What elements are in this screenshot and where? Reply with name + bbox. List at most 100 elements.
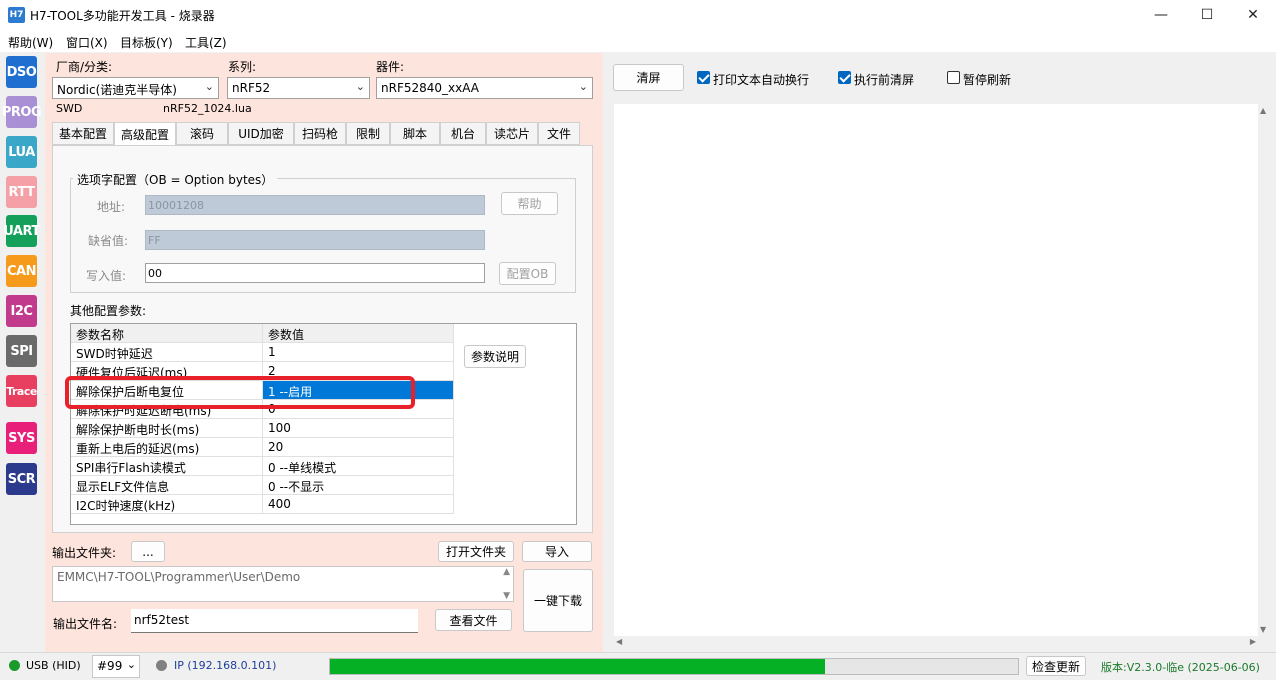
tab-basic[interactable]: 基本配置 xyxy=(52,122,114,145)
device-select-value: nRF52840_xxAA xyxy=(381,81,479,95)
sidebar-dso[interactable]: DSO xyxy=(6,56,37,88)
pause-refresh-checkbox[interactable] xyxy=(947,71,960,84)
param-name-cell[interactable]: 显示ELF文件信息 xyxy=(71,476,263,495)
sidebar-uart[interactable]: UART xyxy=(3,215,40,247)
menu-target[interactable]: 目标板(Y) xyxy=(120,34,173,51)
param-name-cell[interactable]: SWD时钟延迟 xyxy=(71,343,263,362)
param-value-cell[interactable]: 0 --不显示 xyxy=(263,476,454,495)
param-value-cell[interactable]: 0 --单线模式 xyxy=(263,457,454,476)
open-folder-button[interactable]: 打开文件夹 xyxy=(438,541,514,562)
help-button[interactable]: 帮助 xyxy=(501,192,558,215)
default-field: FF xyxy=(145,230,485,250)
series-select[interactable]: nRF52 ⌄ xyxy=(227,77,370,99)
maximize-button[interactable]: ☐ xyxy=(1184,0,1230,30)
tab-file[interactable]: 文件 xyxy=(538,122,580,145)
output-path-field[interactable]: EMMC\H7-TOOL\Programmer\User\Demo ▲ ▼ xyxy=(52,566,514,602)
close-button[interactable]: ✕ xyxy=(1230,0,1276,30)
tab-machine[interactable]: 机台 xyxy=(440,122,486,145)
sidebar-scr[interactable]: SCR xyxy=(6,463,37,495)
sidebar-lua[interactable]: LUA xyxy=(6,136,37,168)
param-value-cell[interactable]: 20 xyxy=(263,438,454,457)
param-name-cell[interactable]: I2C时钟速度(kHz) xyxy=(71,495,263,514)
import-button[interactable]: 导入 xyxy=(522,541,592,562)
scroll-up-icon[interactable]: ▲ xyxy=(1260,106,1266,115)
tab-script[interactable]: 脚本 xyxy=(390,122,440,145)
device-number-select[interactable]: #99 ⌄ xyxy=(92,655,140,678)
one-click-download-button[interactable]: 一键下载 xyxy=(523,569,593,632)
output-filename-input[interactable]: nrf52test xyxy=(131,609,418,633)
menu-window[interactable]: 窗口(X) xyxy=(66,34,108,51)
param-value-cell[interactable]: 400 xyxy=(263,495,454,514)
log-horizontal-scrollbar[interactable]: ◀ ▶ xyxy=(614,636,1258,650)
scroll-up-icon[interactable]: ▲ xyxy=(503,567,510,577)
ip-status-label: IP (192.168.0.101) xyxy=(174,659,277,672)
write-value-input[interactable]: 00 xyxy=(145,263,485,283)
scroll-right-icon[interactable]: ▶ xyxy=(1250,637,1256,646)
vendor-label: 厂商/分类: xyxy=(56,60,113,74)
log-vertical-scrollbar[interactable]: ▲ ▼ xyxy=(1258,104,1270,636)
chevron-down-icon: ⌄ xyxy=(355,80,365,93)
tab-scanner[interactable]: 扫码枪 xyxy=(294,122,346,145)
param-name-cell[interactable]: 重新上电后的延迟(ms) xyxy=(71,438,263,457)
usb-status-icon xyxy=(9,660,20,671)
param-value-cell[interactable]: 1 xyxy=(263,343,454,362)
check-update-button[interactable]: 检查更新 xyxy=(1026,656,1086,676)
vendor-select[interactable]: Nordic(诺迪克半导体) ⌄ xyxy=(52,77,219,99)
param-name-cell[interactable]: 解除保护断电时长(ms) xyxy=(71,419,263,438)
app-logo-icon: H7 xyxy=(8,7,25,23)
param-value-cell[interactable]: 100 xyxy=(263,419,454,438)
progress-bar xyxy=(329,658,1019,675)
sidebar-can[interactable]: CAN xyxy=(6,255,37,287)
browse-folder-button[interactable]: ... xyxy=(131,541,165,562)
sidebar-i2c[interactable]: I2C xyxy=(6,295,37,327)
sidebar-spi[interactable]: SPI xyxy=(6,335,37,367)
other-params-label: 其他配置参数: xyxy=(70,304,147,318)
wrap-text-checkbox[interactable] xyxy=(697,71,710,84)
highlight-annotation xyxy=(65,376,415,409)
device-label: 器件: xyxy=(376,60,405,74)
config-ob-button[interactable]: 配置OB xyxy=(499,262,556,285)
sidebar-sys[interactable]: SYS xyxy=(6,422,37,454)
default-label: 缺省值: xyxy=(88,234,129,248)
sidebar-prog[interactable]: PROG xyxy=(2,96,42,128)
clear-before-checkbox[interactable] xyxy=(838,71,851,84)
sidebar-trace[interactable]: Trace xyxy=(6,375,37,407)
sidebar-rtt[interactable]: RTT xyxy=(6,176,37,208)
tab-read-chip[interactable]: 读芯片 xyxy=(486,122,538,145)
status-bar: USB (HID) #99 ⌄ IP (192.168.0.101) 检查更新 … xyxy=(0,652,1276,680)
pause-refresh-label: 暂停刷新 xyxy=(963,73,1012,87)
interface-label: SWD xyxy=(56,102,83,115)
tab-rolling-code[interactable]: 滚码 xyxy=(176,122,228,145)
output-filename-label: 输出文件名: xyxy=(53,617,118,631)
tab-advanced[interactable]: 高级配置 xyxy=(114,122,176,146)
series-select-value: nRF52 xyxy=(232,81,271,95)
scroll-down-icon[interactable]: ▼ xyxy=(503,591,510,601)
view-file-button[interactable]: 查看文件 xyxy=(435,609,512,631)
minimize-button[interactable]: — xyxy=(1138,0,1184,30)
address-field: 10001208 xyxy=(145,195,485,215)
lua-file-label: nRF52_1024.lua xyxy=(163,102,252,115)
vendor-select-value: Nordic(诺迪克半导体) xyxy=(57,83,177,97)
scroll-left-icon[interactable]: ◀ xyxy=(616,637,622,646)
clear-screen-button[interactable]: 清屏 xyxy=(613,64,684,91)
menu-tools[interactable]: 工具(Z) xyxy=(185,34,227,51)
version-label: 版本:V2.3.0-临e (2025-06-06) xyxy=(1101,661,1260,674)
menu-help[interactable]: 帮助(W) xyxy=(8,34,53,51)
scroll-down-icon[interactable]: ▼ xyxy=(1260,625,1266,634)
wrap-text-label: 打印文本自动换行 xyxy=(713,73,810,87)
usb-status-label: USB (HID) xyxy=(26,659,81,672)
grid-header-name: 参数名称 xyxy=(71,324,263,343)
window-title: H7-TOOL多功能开发工具 - 烧录器 xyxy=(30,9,215,23)
config-tabs: 基本配置 高级配置 滚码 UID加密 扫码枪 限制 脚本 机台 读芯片 文件 xyxy=(52,122,593,146)
device-select[interactable]: nRF52840_xxAA ⌄ xyxy=(376,77,593,99)
address-label: 地址: xyxy=(97,200,126,214)
title-bar: H7 H7-TOOL多功能开发工具 - 烧录器 — ☐ ✕ xyxy=(0,0,1276,30)
param-explain-button[interactable]: 参数说明 xyxy=(464,345,526,368)
log-output-area[interactable] xyxy=(614,104,1258,636)
ip-status-icon xyxy=(156,660,167,671)
param-name-cell[interactable]: SPI串行Flash读模式 xyxy=(71,457,263,476)
device-number-value: #99 xyxy=(97,659,123,673)
tab-uid-encrypt[interactable]: UID加密 xyxy=(228,122,294,145)
tab-limit[interactable]: 限制 xyxy=(346,122,390,145)
output-folder-label: 输出文件夹: xyxy=(52,546,117,560)
